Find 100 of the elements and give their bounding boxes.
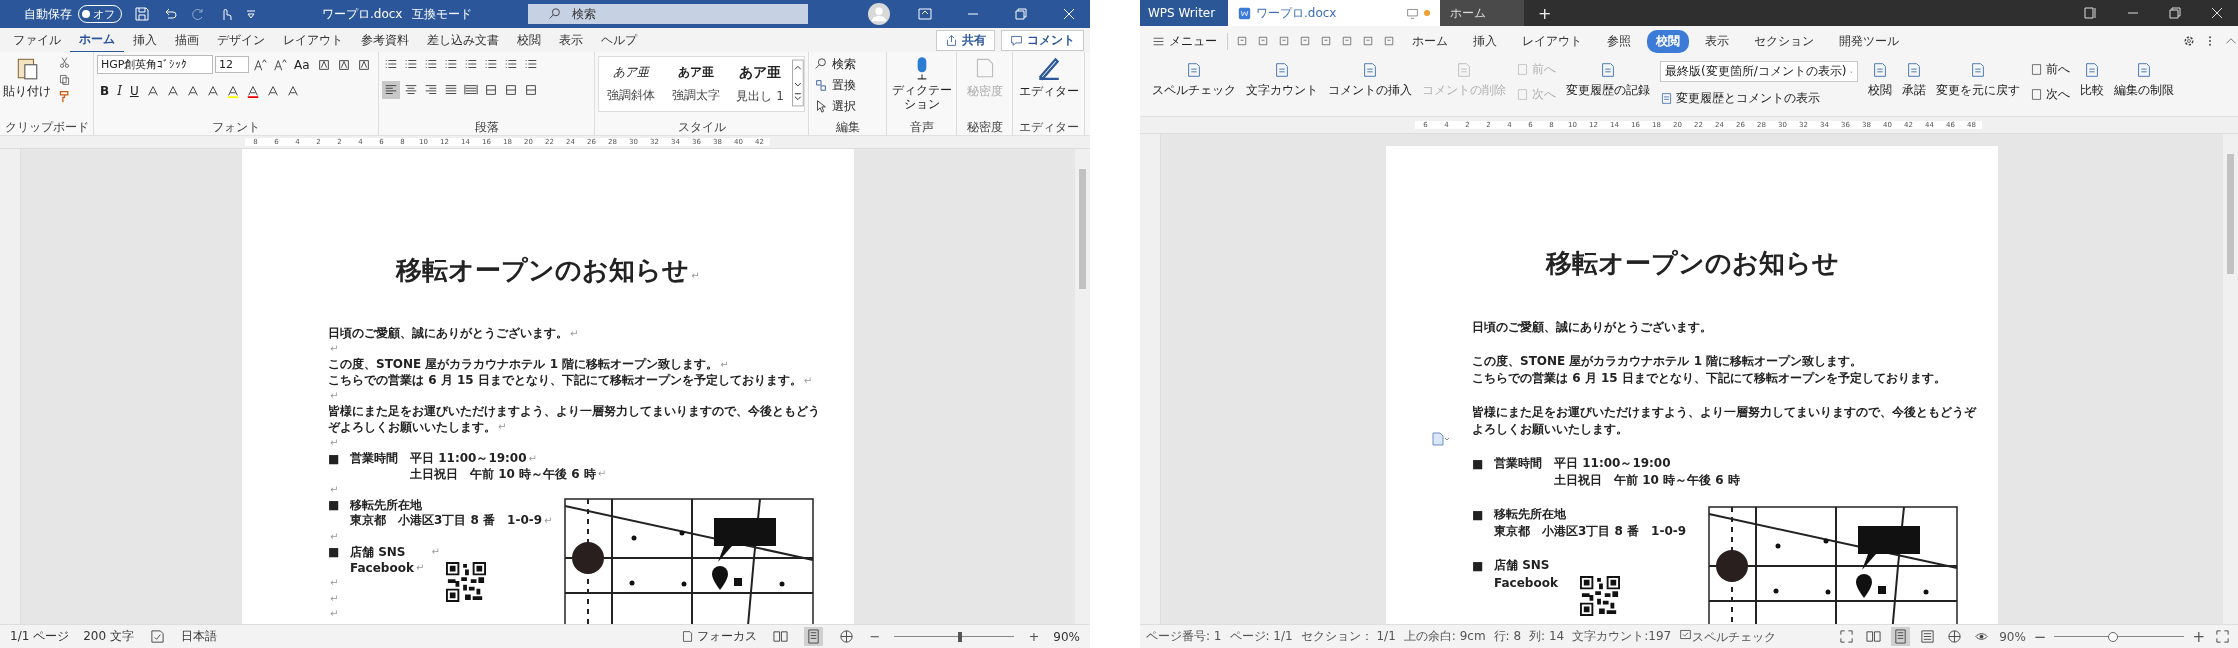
change-case-button[interactable]: Aa bbox=[291, 57, 313, 72]
language-status[interactable]: 日本語 bbox=[180, 628, 217, 645]
review-button[interactable]: コメントの挿入 bbox=[1328, 61, 1412, 97]
ribbon-tab[interactable]: 校閲 bbox=[1647, 29, 1689, 53]
gallery-scroll-icon[interactable] bbox=[792, 57, 804, 109]
customize-icon[interactable] bbox=[1382, 34, 1396, 48]
document-tab[interactable]: ワープロ.docx bbox=[1228, 0, 1440, 26]
ribbon-tab[interactable]: 参考資料 bbox=[352, 28, 418, 52]
ribbon-tab[interactable]: 挿入 bbox=[124, 28, 166, 52]
ribbon-tab[interactable]: ヘルプ bbox=[592, 28, 646, 52]
review-button[interactable]: 文字カウント bbox=[1246, 61, 1318, 97]
open-icon[interactable] bbox=[1235, 34, 1249, 48]
dictation-button[interactable]: ディクテーション bbox=[890, 55, 953, 111]
preview-icon[interactable] bbox=[1319, 34, 1333, 48]
format-button[interactable]: I bbox=[114, 84, 125, 98]
page-view-icon[interactable] bbox=[1891, 627, 1911, 646]
close-icon[interactable] bbox=[2209, 5, 2225, 21]
settings-icon[interactable] bbox=[2182, 34, 2196, 48]
save-icon[interactable] bbox=[134, 6, 150, 22]
zoom-out-button[interactable]: − bbox=[2033, 627, 2047, 646]
ribbon-display-icon[interactable] bbox=[917, 6, 933, 22]
document-icon[interactable] bbox=[1431, 432, 1451, 446]
ribbon-tab[interactable]: 挿入 bbox=[1464, 29, 1506, 53]
print-layout-icon[interactable] bbox=[803, 627, 823, 646]
zoom-in-button[interactable]: + bbox=[1028, 629, 1040, 644]
zoom-level[interactable]: 90% bbox=[1999, 629, 2026, 644]
font-size-field[interactable]: 12 bbox=[215, 56, 249, 73]
user-avatar[interactable] bbox=[868, 3, 890, 25]
zoom-out-button[interactable]: − bbox=[869, 629, 881, 644]
spell-check-button[interactable]: スペルチェック bbox=[1679, 627, 1777, 646]
zoom-level[interactable]: 90% bbox=[1053, 629, 1080, 644]
zoom-in-button[interactable]: + bbox=[2192, 627, 2205, 646]
focus-button[interactable]: フォーカス bbox=[680, 628, 757, 645]
menu-button[interactable]: メニュー bbox=[1152, 32, 1228, 50]
paragraph-mark: ↵ bbox=[330, 483, 339, 496]
compatibility-mode-label[interactable]: 互換モード bbox=[412, 5, 473, 23]
review-button[interactable]: 承諾 bbox=[1902, 61, 1926, 97]
comment-button[interactable]: コメント bbox=[1001, 29, 1084, 51]
ribbon-tab[interactable]: デザイン bbox=[208, 28, 274, 52]
editing-button[interactable]: 置換 bbox=[812, 76, 883, 94]
review-button[interactable]: 変更履歴の記録 bbox=[1566, 61, 1650, 97]
comment-icon bbox=[1010, 33, 1023, 47]
ribbon-tab[interactable]: 表示 bbox=[1696, 29, 1738, 53]
ribbon-tab[interactable]: レイアウト bbox=[274, 28, 352, 52]
font-name-field[interactable]: HGP創英角ｺﾞｼｯｸ bbox=[97, 55, 213, 74]
ribbon-tab[interactable]: ファイル bbox=[4, 28, 70, 52]
ribbon-tab[interactable]: 校閲 bbox=[508, 28, 550, 52]
list-text: 土日祝日 午前 10 時～午後 6 時 bbox=[1554, 472, 1740, 489]
ribbon-tab[interactable]: 参照 bbox=[1598, 29, 1640, 53]
body-text: こちらでの営業は 6 月 15 日までとなり、下記にて移転オープンを予定しております。 bbox=[328, 372, 802, 390]
editing-button[interactable]: 検索 bbox=[812, 55, 883, 73]
new-tab-button[interactable]: + bbox=[1538, 3, 1552, 23]
paragraph-mark: ↵ bbox=[330, 436, 339, 449]
show-markup-button[interactable]: 変更履歴とコメントの表示 bbox=[1660, 90, 1858, 107]
status-text: ページ番号: 1 bbox=[1146, 628, 1222, 645]
review-button[interactable]: 変更を元に戻す bbox=[1936, 61, 2020, 97]
review-button[interactable]: 校閲 bbox=[1868, 61, 1892, 97]
restore-icon[interactable] bbox=[2167, 5, 2183, 21]
navigation-button[interactable]: 前へ bbox=[2030, 61, 2070, 78]
align-left-icon[interactable] bbox=[382, 81, 400, 99]
review-button[interactable]: 編集の制限 bbox=[2114, 61, 2174, 97]
paste-button[interactable]: 貼り付け bbox=[3, 55, 51, 100]
fit-window-icon[interactable] bbox=[2213, 627, 2232, 646]
search-field[interactable]: 検索 bbox=[528, 4, 809, 24]
print-icon[interactable] bbox=[1298, 34, 1312, 48]
review-button[interactable]: スペルチェック bbox=[1152, 61, 1236, 97]
ribbon-tab[interactable]: 開発ツール bbox=[1830, 29, 1908, 53]
navigation-button[interactable]: 次へ bbox=[2030, 86, 2070, 103]
paragraph-mark: ↵ bbox=[528, 452, 537, 465]
save-icon[interactable] bbox=[1256, 34, 1270, 48]
style-item[interactable]: あア亜 強調太字 bbox=[663, 57, 728, 111]
export-icon[interactable] bbox=[1277, 34, 1291, 48]
editing-button[interactable]: 選択 bbox=[812, 97, 883, 115]
share-button[interactable]: 共有 bbox=[936, 29, 995, 51]
vertical-scrollbar[interactable] bbox=[1075, 149, 1090, 624]
close-icon[interactable] bbox=[1061, 6, 1077, 22]
vertical-scrollbar[interactable] bbox=[2223, 134, 2238, 624]
list-text: 平日 11:00～19:00 bbox=[1554, 455, 1671, 472]
restore-icon[interactable] bbox=[1013, 6, 1029, 22]
copy-icon[interactable] bbox=[57, 72, 72, 87]
ribbon-tab[interactable]: 表示 bbox=[550, 28, 592, 52]
ribbon-tab[interactable]: ホーム bbox=[1403, 29, 1457, 53]
ribbon-tab[interactable]: 差し込み文書 bbox=[418, 28, 508, 52]
document-tab[interactable]: ホーム bbox=[1440, 0, 1524, 26]
format-button[interactable]: U bbox=[126, 84, 142, 98]
body-text: ぞよろしくお願いいたします。 bbox=[328, 418, 496, 436]
review-button[interactable]: 比較 bbox=[2080, 61, 2104, 97]
ribbon-tab[interactable]: レイアウト bbox=[1513, 29, 1591, 53]
ribbon-tab[interactable]: セクション bbox=[1745, 29, 1823, 53]
style-item[interactable]: あア亜 強調斜体 bbox=[599, 57, 664, 111]
style-item[interactable]: あア亜 見出し 1 bbox=[727, 57, 793, 111]
format-button[interactable]: B bbox=[97, 84, 113, 98]
cut-icon[interactable] bbox=[57, 55, 72, 70]
ribbon-tab[interactable]: 描画 bbox=[166, 28, 208, 52]
window-layout-icon[interactable] bbox=[2083, 5, 2099, 21]
document-title: ワープロ.docx bbox=[322, 5, 403, 23]
display-mode-dropdown[interactable]: 最終版(変更箇所/コメントの表示) bbox=[1660, 61, 1858, 82]
document-icon bbox=[1361, 61, 1379, 79]
redo-icon[interactable] bbox=[1361, 34, 1375, 48]
editor-button[interactable]: エディター bbox=[1016, 55, 1081, 100]
